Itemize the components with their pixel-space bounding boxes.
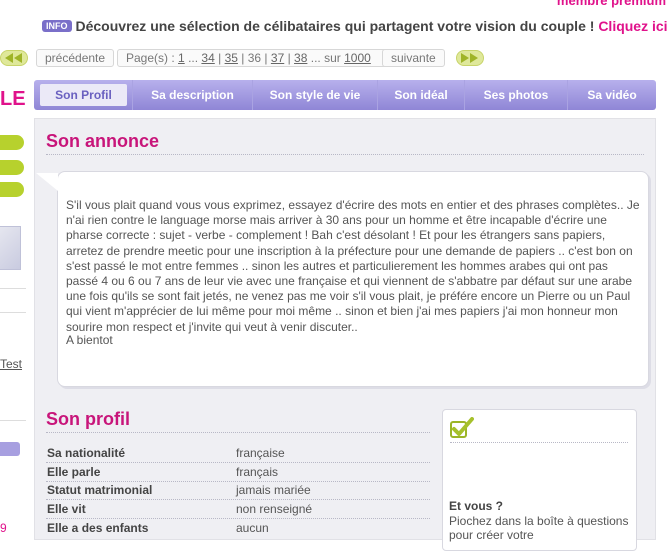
profil-heading: Son profil [46,409,130,429]
sidebar-thumbnail[interactable] [0,226,21,270]
sidebar-button[interactable] [0,135,24,150]
page-link-35[interactable]: 35 [225,51,238,65]
annonce-heading: Son annonce [46,131,160,151]
profil-value-langue: français [236,465,279,479]
page-link-1[interactable]: 1 [178,51,185,65]
prev-page-link[interactable]: précédente [36,49,115,67]
sidebar-purple-button[interactable] [0,442,20,456]
dotted-divider [46,154,644,155]
dotted-divider [450,442,628,443]
row-divider [46,481,430,482]
next-arrow-button[interactable] [456,50,484,66]
promo-banner: INFO Découvrez une sélection de célibatai… [42,18,668,42]
sidebar-button[interactable] [0,160,24,175]
page-link-last[interactable]: 1000 [344,51,371,65]
page-list: Page(s) : 1 ... 34 | 35 | 36 | 37 | 38 .… [117,49,389,67]
annonce-text: S'il vous plait quand vous vous exprimez… [66,198,640,334]
sidebar-divider [0,420,26,421]
next-page-link[interactable]: suivante [382,49,445,67]
tab-son-profil[interactable]: Son Profil [40,84,127,106]
page-link-34[interactable]: 34 [201,51,214,65]
dotted-divider [46,432,430,433]
promo-text: Découvrez une sélection de célibataires … [75,18,599,34]
double-left-arrow-icon [5,53,22,63]
sidebar-button[interactable] [0,182,24,197]
profil-label-nationalite: Sa nationalité [47,446,126,460]
profil-value-enfants: aucun [236,521,269,535]
row-divider [46,462,430,463]
prev-arrow-button[interactable] [0,50,28,66]
profil-value-statut: jamais mariée [236,483,311,497]
tab-son-ideal[interactable]: Son idéal [377,80,464,110]
page-link-37[interactable]: 37 [271,51,284,65]
row-divider [46,499,430,500]
compare-box-title: Et vous ? [449,499,504,513]
checkmark-icon [450,417,474,438]
tab-son-style-de-vie[interactable]: Son style de vie [252,80,377,110]
profile-tabs: Son Profil Sa description Son style de v… [34,80,656,110]
profil-label-vit: Elle vit [47,502,86,516]
member-status-label: membre premium [556,0,666,8]
profil-value-vit: non renseigné [236,502,313,516]
annonce-signoff: A bientot [66,333,113,347]
tab-ses-photos[interactable]: Ses photos [464,80,567,110]
bubble-tail [36,173,58,191]
profil-value-nationalite: française [236,446,285,460]
double-right-arrow-icon [461,53,478,63]
profil-label-enfants: Elle a des enfants [47,521,149,535]
row-divider [46,518,430,519]
pagination: précédente Page(s) : 1 ... 34 | 35 | 36 … [0,48,660,70]
profil-label-langue: Elle parle [47,465,101,479]
sidebar-number-fragment: 9 [0,521,7,535]
sidebar-title-fragment: LE [0,88,26,110]
promo-link[interactable]: Cliquez ici [598,18,667,34]
sidebar-divider [0,288,26,289]
tab-sa-description[interactable]: Sa description [132,80,252,110]
sidebar-test-link[interactable]: Test [0,357,22,371]
page-link-38[interactable]: 38 [294,51,307,65]
page-current: 36 [247,51,262,65]
sidebar-divider [0,312,26,313]
tab-sa-video[interactable]: Sa vidéo [567,80,656,110]
profil-label-statut: Statut matrimonial [47,483,153,497]
info-badge: INFO [42,20,72,32]
